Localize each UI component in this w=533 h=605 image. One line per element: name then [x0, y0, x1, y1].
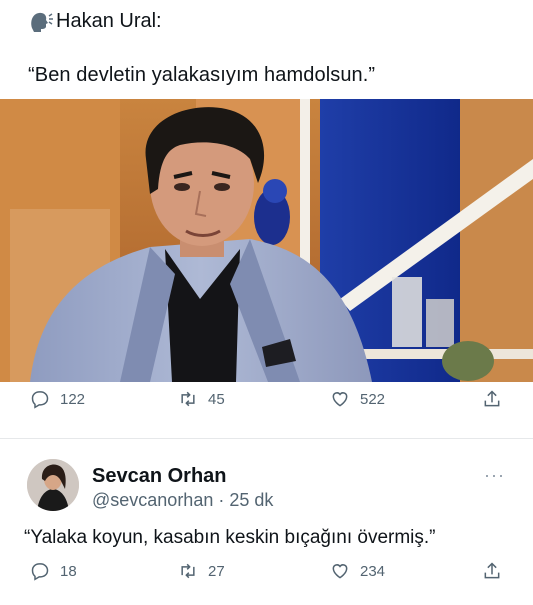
reply-button[interactable]: 18 — [30, 561, 77, 581]
like-button[interactable]: 234 — [330, 561, 385, 581]
reply-count: 18 — [60, 562, 77, 580]
speaking-head-icon — [31, 12, 53, 33]
reply-button[interactable]: 122 — [30, 389, 85, 409]
retweet-icon — [181, 391, 195, 407]
author-name: Hakan Ural: — [56, 9, 162, 32]
handle-line: @sevcanorhan · 25 dk — [92, 490, 273, 511]
tweet-text: “Yalaka koyun, kasabın keskin bıçağını ö… — [24, 527, 436, 548]
avatar-image — [27, 459, 79, 511]
tweet-text: “Ben devletin yalakasıyım hamdolsun.” — [28, 64, 376, 86]
like-count: 234 — [360, 562, 386, 580]
reply-icon — [31, 563, 49, 581]
tweet2-action-bar: 18 27 234 — [0, 561, 533, 601]
author-line: Hakan Ural: — [28, 8, 162, 34]
retweet-icon — [181, 563, 195, 579]
reply-tweet[interactable]: Sevcan Orhan @sevcanorhan · 25 dk ··· “Y… — [0, 439, 533, 605]
retweet-count: 45 — [208, 390, 225, 408]
photo-image — [0, 99, 533, 382]
retweet-button[interactable]: 45 — [178, 389, 225, 409]
like-icon — [332, 564, 348, 579]
reply-icon — [31, 391, 49, 409]
quoted-tweet-card: Hakan Ural: “Ben devletin yalakasıyım ha… — [0, 0, 533, 438]
share-button[interactable] — [482, 561, 502, 581]
like-button[interactable]: 522 — [330, 389, 385, 409]
share-icon — [484, 562, 500, 579]
reply-count: 122 — [60, 390, 86, 408]
tweet-photo[interactable] — [0, 99, 533, 382]
more-icon[interactable]: ··· — [484, 465, 505, 486]
retweet-count: 27 — [208, 562, 225, 580]
tweet1-action-bar: 122 45 522 — [0, 389, 533, 429]
display-name[interactable]: Sevcan Orhan — [92, 465, 227, 488]
separator-dot: · — [218, 490, 225, 510]
like-count: 522 — [360, 390, 386, 408]
handle[interactable]: @sevcanorhan — [92, 490, 213, 510]
retweet-button[interactable]: 27 — [178, 561, 225, 581]
share-icon — [484, 390, 500, 407]
like-icon — [332, 392, 348, 407]
timestamp[interactable]: 25 dk — [229, 490, 273, 510]
avatar[interactable] — [27, 459, 79, 511]
share-button[interactable] — [482, 389, 502, 409]
